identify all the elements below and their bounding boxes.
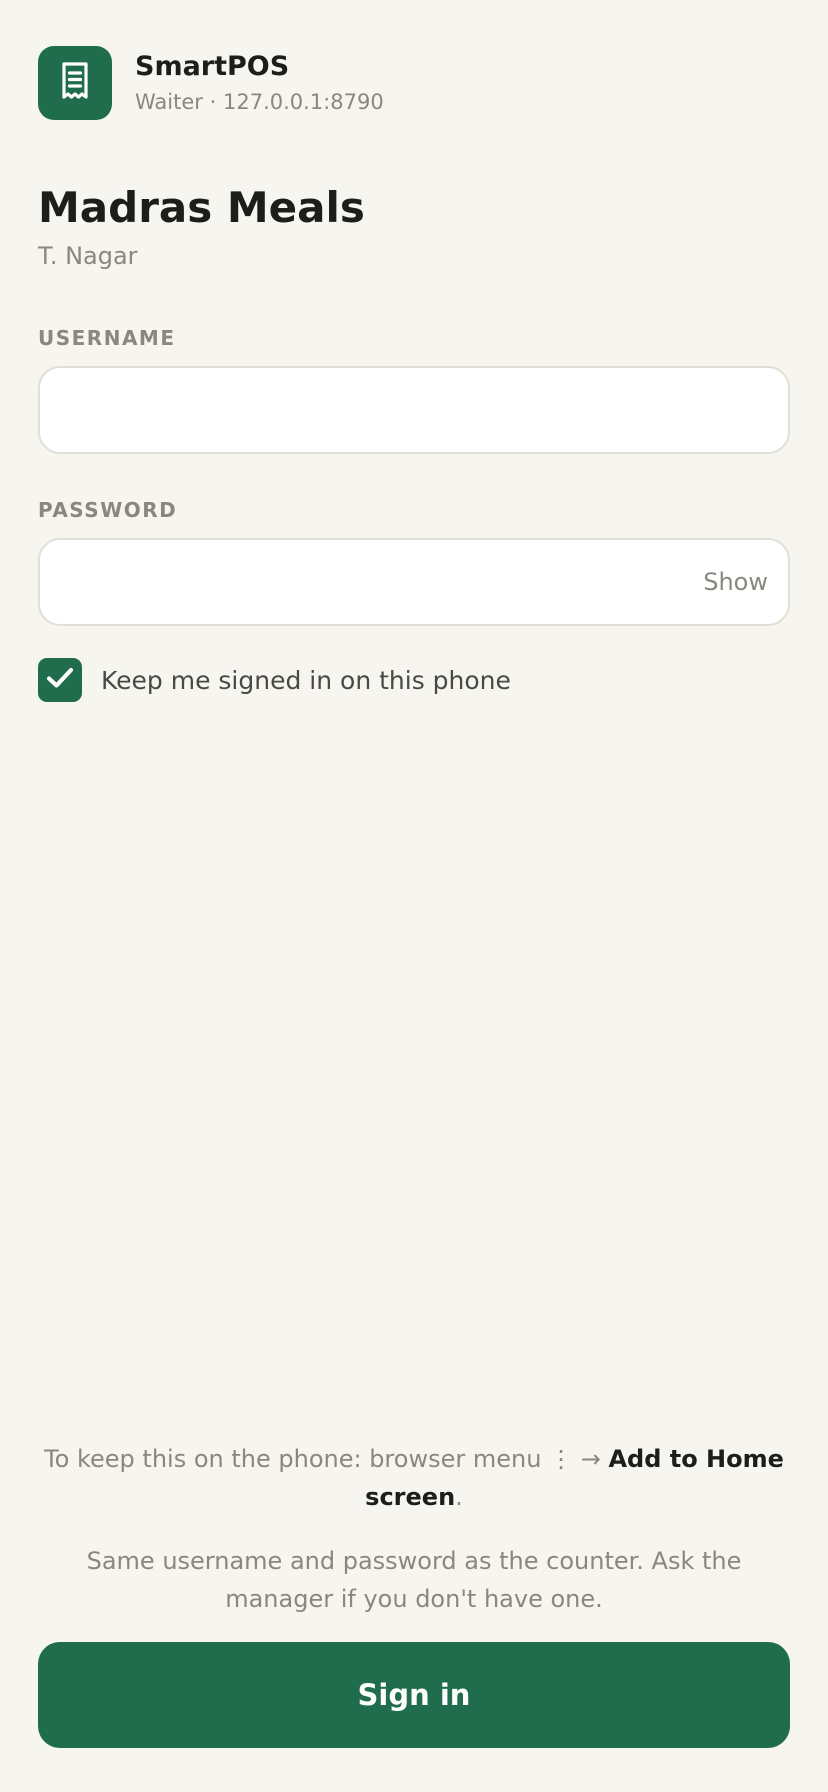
credentials-note: Same username and password as the counte…: [86, 1547, 742, 1613]
kebab-menu-icon: ⋮: [549, 1445, 574, 1473]
password-field-box: Show: [38, 538, 790, 626]
app-name: SmartPOS: [135, 50, 290, 82]
password-input[interactable]: [40, 540, 788, 624]
app-separator: ·: [209, 89, 217, 114]
login-screen: SmartPOS Waiter · 127.0.0.1:8790 Madras …: [0, 0, 828, 1792]
arrow-right-icon: →: [580, 1445, 601, 1473]
keep-signed-in-label: Keep me signed in on this phone: [101, 665, 511, 695]
add-to-home-hint: To keep this on the phone: browser menu …: [38, 1440, 790, 1516]
app-host: 127.0.0.1:8790: [222, 89, 384, 114]
restaurant-branch: T. Nagar: [38, 242, 138, 270]
hint-prefix: To keep this on the phone: browser menu: [44, 1445, 542, 1473]
receipt-icon: [58, 61, 92, 105]
keep-signed-in-row[interactable]: Keep me signed in on this phone: [38, 658, 511, 702]
app-role: Waiter: [135, 89, 203, 114]
username-field-box: [38, 366, 790, 454]
sign-in-button[interactable]: Sign in: [38, 1642, 790, 1748]
app-header: SmartPOS Waiter · 127.0.0.1:8790: [38, 46, 384, 120]
restaurant-name: Madras Meals: [38, 183, 365, 232]
app-meta: SmartPOS Waiter · 127.0.0.1:8790: [135, 51, 384, 116]
keep-signed-in-checkbox[interactable]: [38, 658, 82, 702]
password-label: PASSWORD: [38, 498, 178, 522]
username-input[interactable]: [40, 368, 788, 452]
username-label: USERNAME: [38, 326, 176, 350]
checkmark-icon: [46, 666, 74, 694]
app-logo: [38, 46, 112, 120]
app-subtitle: Waiter · 127.0.0.1:8790: [135, 88, 384, 116]
show-password-button[interactable]: Show: [703, 540, 768, 624]
hint-suffix: .: [455, 1483, 463, 1511]
